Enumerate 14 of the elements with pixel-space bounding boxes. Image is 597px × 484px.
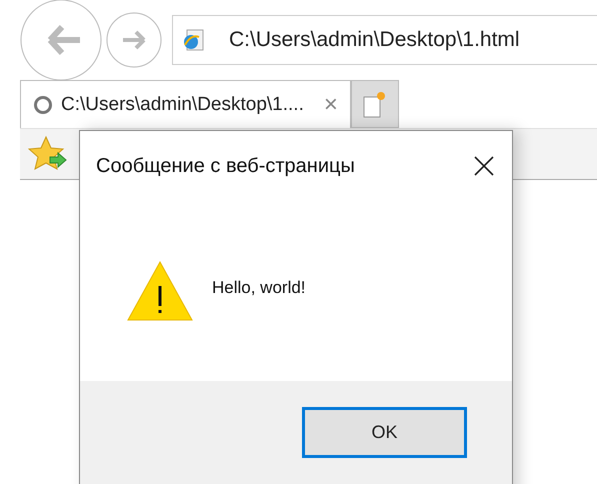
address-bar[interactable]: C:\Users\admin\Desktop\1.html	[172, 15, 597, 65]
loading-icon	[33, 94, 53, 114]
tab-close-button[interactable]: ×	[324, 90, 338, 118]
new-tab-button[interactable]	[350, 80, 399, 128]
dialog-message: Hello, world!	[212, 278, 306, 298]
back-button[interactable]	[20, 0, 102, 81]
forward-button[interactable]	[106, 12, 162, 68]
new-page-icon	[362, 89, 388, 119]
tab-title: C:\Users\admin\Desktop\1....	[61, 94, 304, 116]
dialog-title: Сообщение с веб-страницы	[96, 154, 355, 178]
close-icon[interactable]	[474, 156, 494, 176]
page-icon	[181, 28, 205, 52]
warning-icon	[126, 260, 194, 322]
ok-button[interactable]: OK	[302, 407, 467, 458]
